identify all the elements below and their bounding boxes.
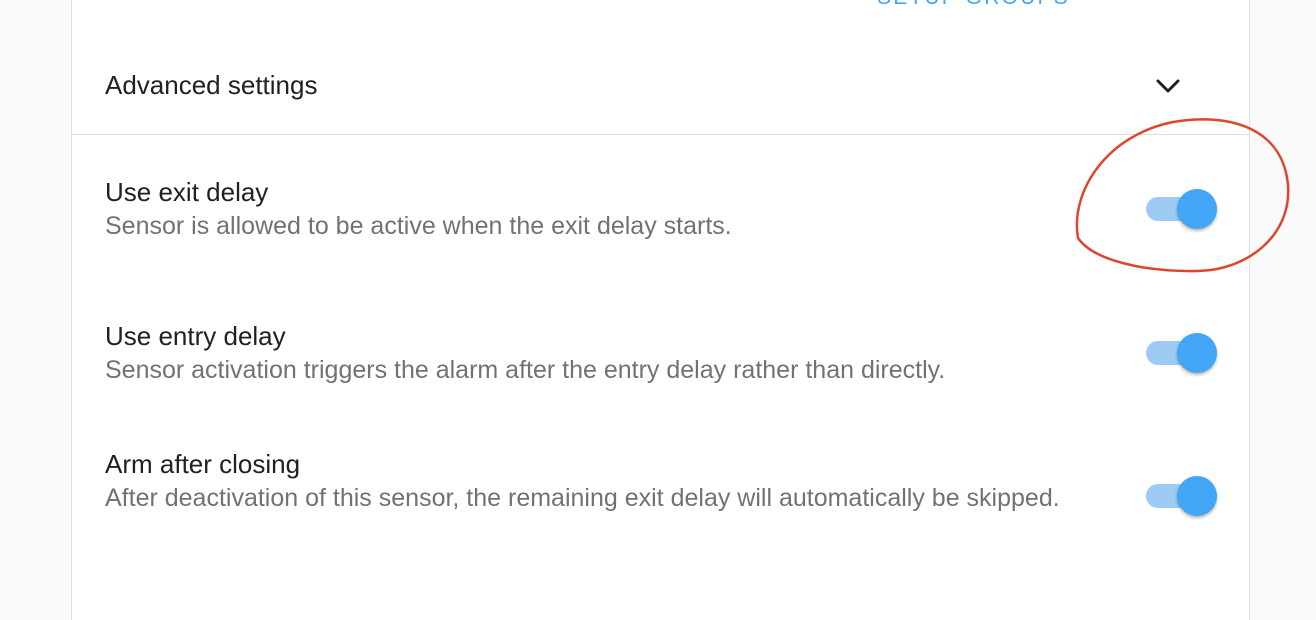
setting-description: After deactivation of this sensor, the r… [105,484,1060,512]
setup-groups-button[interactable]: SETUP GROUPS [877,0,1070,10]
toggle-thumb[interactable] [1177,333,1217,373]
chevron-down-icon[interactable] [1152,76,1184,96]
setting-title: Use entry delay [105,321,286,351]
setting-title: Arm after closing [105,449,301,479]
setting-title: Use exit delay [105,177,269,207]
exit-delay-toggle[interactable] [1144,187,1218,231]
sensor-settings-card: SETUP GROUPS Advanced settings Use exit … [71,0,1250,620]
advanced-settings-expander[interactable]: Advanced settings [72,40,1249,135]
advanced-settings-title: Advanced settings [105,70,318,100]
toggle-thumb[interactable] [1177,476,1217,516]
entry-delay-toggle[interactable] [1144,331,1218,375]
setting-description: Sensor is allowed to be active when the … [105,212,732,240]
toggle-thumb[interactable] [1177,189,1217,229]
setting-description: Sensor activation triggers the alarm aft… [105,356,946,384]
arm-after-closing-toggle[interactable] [1144,474,1218,518]
